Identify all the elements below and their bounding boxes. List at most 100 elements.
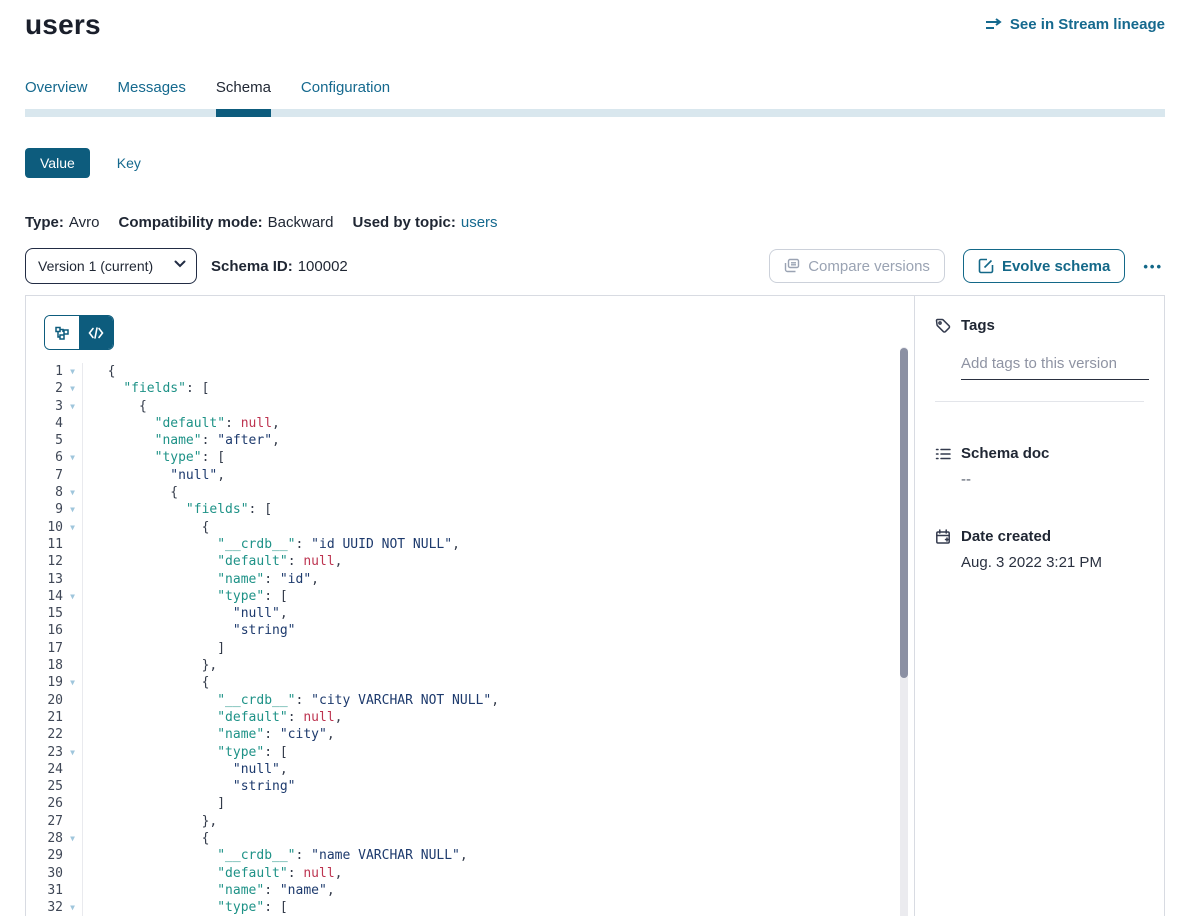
stream-lineage-link[interactable]: See in Stream lineage: [986, 16, 1165, 33]
tags-section-header: Tags: [935, 317, 1144, 334]
schema-page: users See in Stream lineage Overview Mes…: [0, 8, 1189, 916]
tab-configuration[interactable]: Configuration: [301, 79, 390, 109]
line-number: 7: [26, 467, 63, 484]
schema-doc-title: Schema doc: [961, 445, 1049, 462]
code-text: {: [82, 363, 914, 380]
value-toggle-button[interactable]: Value: [25, 148, 90, 178]
schema-doc-section: Schema doc --: [935, 445, 1144, 488]
fold-gutter: [63, 657, 82, 674]
schema-sidebar: Tags Schema doc --: [914, 296, 1164, 916]
code-text: {: [82, 484, 914, 501]
code-text: "string": [82, 778, 914, 795]
more-options-button[interactable]: •••: [1141, 255, 1165, 278]
fold-arrow-icon[interactable]: ▼: [63, 501, 82, 518]
line-number: 29: [26, 847, 63, 864]
code-line: 3▼ {: [26, 398, 914, 415]
date-created-title: Date created: [961, 528, 1051, 545]
fold-gutter: [63, 553, 82, 570]
line-number: 28: [26, 830, 63, 847]
schema-doc-value: --: [961, 471, 1144, 488]
fold-gutter: [63, 795, 82, 812]
line-number: 6: [26, 449, 63, 466]
line-number: 2: [26, 380, 63, 397]
tab-schema[interactable]: Schema: [216, 79, 271, 109]
code-line: 29 "__crdb__": "name VARCHAR NULL",: [26, 847, 914, 864]
topic-link[interactable]: users: [461, 214, 498, 231]
fold-gutter: [63, 571, 82, 588]
code-text: "default": null,: [82, 865, 914, 882]
line-number: 3: [26, 398, 63, 415]
fold-arrow-icon[interactable]: ▼: [63, 363, 82, 380]
fold-gutter: [63, 622, 82, 639]
schema-id-field: Schema ID:100002: [211, 258, 348, 275]
code-text: {: [82, 398, 914, 415]
line-number: 24: [26, 761, 63, 778]
fold-arrow-icon[interactable]: ▼: [63, 588, 82, 605]
line-number: 8: [26, 484, 63, 501]
fold-arrow-icon[interactable]: ▼: [63, 484, 82, 501]
add-tags-input[interactable]: [961, 355, 1149, 380]
compare-versions-button[interactable]: Compare versions: [769, 249, 945, 283]
used-by-topic-field: Used by topic:users: [353, 214, 498, 231]
code-line: 4 "default": null,: [26, 415, 914, 432]
evolve-schema-button[interactable]: Evolve schema: [963, 249, 1125, 283]
fold-gutter: [63, 709, 82, 726]
code-view-button[interactable]: [79, 316, 113, 349]
line-number: 9: [26, 501, 63, 518]
tag-icon: [935, 318, 951, 334]
code-text: "__crdb__": "id UUID NOT NULL",: [82, 536, 914, 553]
code-editor: 1▼ {2▼ "fields": [3▼ {4 "default": null,…: [26, 363, 914, 916]
code-line: 17 ]: [26, 640, 914, 657]
editor-scrollbar[interactable]: [900, 347, 908, 916]
tags-title: Tags: [961, 317, 995, 334]
line-number: 17: [26, 640, 63, 657]
code-line: 7 "null",: [26, 467, 914, 484]
fold-gutter: [63, 865, 82, 882]
line-number: 25: [26, 778, 63, 795]
tab-underline: [25, 109, 1165, 117]
code-line: 18 },: [26, 657, 914, 674]
fold-gutter: [63, 605, 82, 622]
controls-row: Version 1 (current) Schema ID:100002 Com…: [25, 248, 1165, 284]
fold-gutter: [63, 761, 82, 778]
fold-arrow-icon[interactable]: ▼: [63, 380, 82, 397]
line-number: 32: [26, 899, 63, 916]
fold-gutter: [63, 882, 82, 899]
line-number: 5: [26, 432, 63, 449]
line-number: 30: [26, 865, 63, 882]
code-text: {: [82, 674, 914, 691]
code-text: "type": [: [82, 449, 914, 466]
code-line: 23▼ "type": [: [26, 744, 914, 761]
code-text: },: [82, 813, 914, 830]
line-number: 27: [26, 813, 63, 830]
tree-view-button[interactable]: [45, 316, 79, 349]
code-line: 32▼ "type": [: [26, 899, 914, 916]
code-line: 16 "string": [26, 622, 914, 639]
code-line: 5 "name": "after",: [26, 432, 914, 449]
code-line: 6▼ "type": [: [26, 449, 914, 466]
code-line: 2▼ "fields": [: [26, 380, 914, 397]
key-toggle-link[interactable]: Key: [117, 155, 141, 171]
tab-overview[interactable]: Overview: [25, 79, 88, 109]
editor-toolbar: [26, 296, 914, 350]
code-line: 1▼ {: [26, 363, 914, 380]
line-number: 18: [26, 657, 63, 674]
code-line: 30 "default": null,: [26, 865, 914, 882]
fold-arrow-icon[interactable]: ▼: [63, 398, 82, 415]
fold-arrow-icon[interactable]: ▼: [63, 744, 82, 761]
fold-arrow-icon[interactable]: ▼: [63, 449, 82, 466]
fold-arrow-icon[interactable]: ▼: [63, 674, 82, 691]
line-number: 4: [26, 415, 63, 432]
fold-arrow-icon[interactable]: ▼: [63, 519, 82, 536]
fold-arrow-icon[interactable]: ▼: [63, 830, 82, 847]
fold-gutter: [63, 415, 82, 432]
code-icon: [88, 327, 104, 339]
scrollbar-thumb[interactable]: [900, 348, 908, 678]
tree-icon: [54, 325, 70, 341]
code-text: "__crdb__": "name VARCHAR NULL",: [82, 847, 914, 864]
tab-messages[interactable]: Messages: [118, 79, 186, 109]
schema-editor: 1▼ {2▼ "fields": [3▼ {4 "default": null,…: [26, 296, 914, 916]
fold-arrow-icon[interactable]: ▼: [63, 899, 82, 916]
version-select[interactable]: Version 1 (current): [25, 248, 197, 284]
stream-lineage-icon: [986, 18, 1003, 32]
